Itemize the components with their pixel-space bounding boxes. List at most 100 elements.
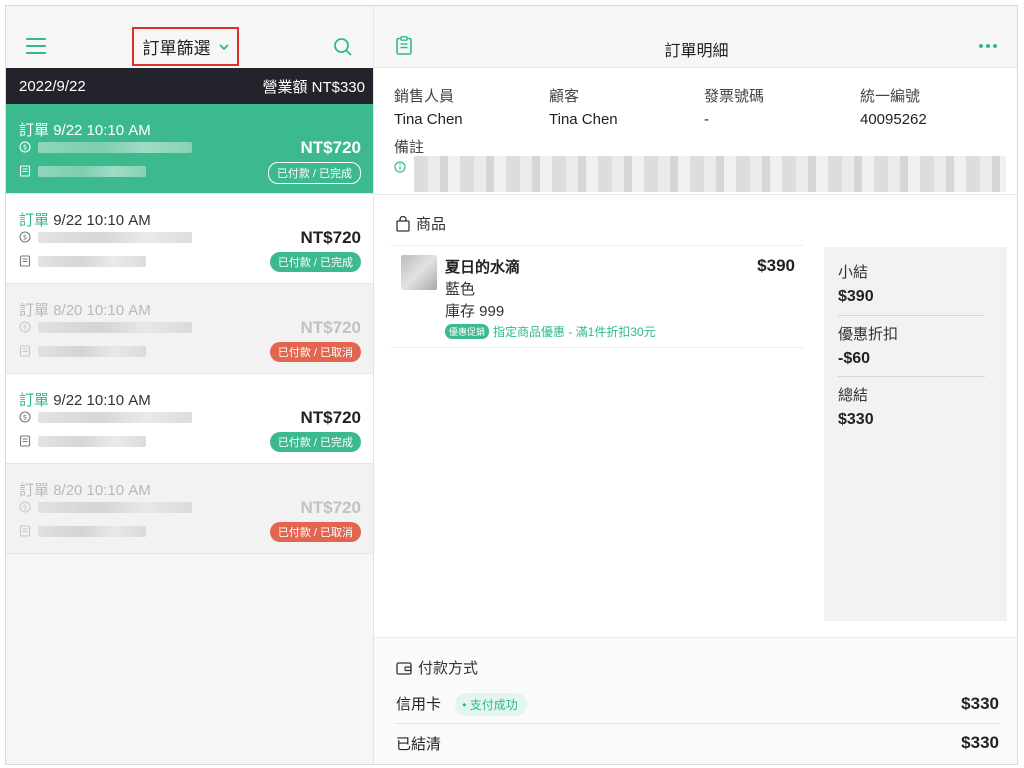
note-value-redacted [414,156,1006,192]
tax-id-label: 統一編號 [860,88,921,105]
product-row[interactable]: 夏日的水滴 藍色 庫存 999 優惠促銷 指定商品優惠 - 滿1件折扣30元 $… [391,245,803,348]
payment-section: 付款方式 信用卡 • 支付成功 $330 已結清 $330 [374,639,1017,764]
chevron-down-icon [218,43,229,50]
order-customer-redacted [38,142,192,153]
sales-person-label: 銷售人員 [394,88,455,105]
invoice-value: - [704,111,709,128]
svg-text:$: $ [23,504,27,512]
products-section: 商品 夏日的水滴 藍色 庫存 999 優惠促銷 指定商品優惠 - 滿1件折扣30… [374,195,1017,638]
dollar-icon: $ [19,231,31,243]
order-time: 9/22 10:10 AM [53,212,151,229]
order-filter-label: 訂單篩選 [142,39,211,58]
discount-value: -$60 [838,350,871,367]
order-time: 9/22 10:10 AM [53,392,151,409]
subtotal: 小結 $390 [838,261,985,306]
invoice-label: 發票號碼 [704,88,765,105]
dollar-icon: $ [19,321,31,333]
products-header: 商品 [396,213,446,234]
total: 總結 $330 [838,384,985,429]
order-customer-redacted [38,232,192,243]
order-label: 訂單 [19,212,50,229]
payment-method-row: 信用卡 • 支付成功 $330 [396,685,999,723]
app-window: 訂單篩選 2022/9/22 營業額 NT$330 訂單 9/22 10:10 … [5,5,1018,765]
order-amount: NT$720 [300,138,361,157]
order-status-badge: 已付款 / 已完成 [267,162,361,184]
order-title: 訂單 8/20 10:10 AM [19,299,151,320]
product-thumbnail [401,255,437,290]
svg-text:$: $ [23,234,27,242]
promo-tag: 優惠促銷 [445,324,490,339]
left-toolbar: 訂單篩選 [6,6,373,68]
date-summary-bar: 2022/9/22 營業額 NT$330 [6,68,373,104]
info-icon [394,161,406,173]
date-label: 2022/9/22 [19,77,86,95]
order-customer-redacted [38,412,192,423]
order-detail-panel: 訂單明細 銷售人員 Tina Chen 顧客 Tina Chen 發票號碼 - … [374,6,1017,764]
order-label: 訂單 [19,302,50,319]
settled-row: 已結清 $330 [396,724,999,762]
receipt-icon [19,345,31,357]
discount: 優惠折扣 -$60 [838,323,985,368]
payment-method: 信用卡 [396,695,442,713]
order-time: 9/22 10:10 AM [53,122,151,139]
product-stock: 庫存 999 [445,303,505,320]
order-title: 訂單 9/22 10:10 AM [19,119,151,140]
order-number-redacted [38,256,146,267]
total-value: $330 [838,411,874,428]
order-time: 8/20 10:10 AM [53,482,151,499]
order-list: 訂單 9/22 10:10 AM $ NT$720 已付款 / 已完成 訂單 9/22 … [6,104,373,554]
order-title: 訂單 9/22 10:10 AM [19,209,151,230]
receipt-icon [19,165,31,177]
dollar-icon: $ [19,141,31,153]
payment-label: 付款方式 [418,660,479,677]
promo-text: 指定商品優惠 - 滿1件折扣30元 [493,325,656,339]
settled-amount: $330 [961,733,999,752]
order-amount: NT$720 [300,228,361,247]
order-list-item[interactable]: 訂單 9/22 10:10 AM $ NT$720 已付款 / 已完成 [6,104,373,194]
sales-person-value: Tina Chen [394,111,463,128]
order-list-item[interactable]: 訂單 9/22 10:10 AM $ NT$720 已付款 / 已完成 [6,374,373,464]
order-list-item[interactable]: 訂單 8/20 10:10 AM $ NT$720 已付款 / 已取消 [6,464,373,554]
order-title: 訂單 8/20 10:10 AM [19,479,151,500]
subtotal-value: $390 [838,288,874,305]
payment-method-amount: $330 [961,694,999,713]
order-number-redacted [38,166,146,177]
order-customer-redacted [38,502,192,513]
receipt-icon [19,255,31,267]
invoice-field: 發票號碼 - [704,85,764,128]
receipt-icon [19,525,31,537]
dollar-icon: $ [19,411,31,423]
receipt-icon [19,435,31,447]
settled-label: 已結清 [396,735,442,753]
dollar-icon: $ [19,501,31,513]
order-status-badge: 已付款 / 已完成 [269,252,361,272]
order-title: 訂單 9/22 10:10 AM [19,389,151,410]
order-info-section: 銷售人員 Tina Chen 顧客 Tina Chen 發票號碼 - 統一編號 … [374,68,1017,195]
order-label: 訂單 [19,122,50,139]
order-list-item[interactable]: 訂單 8/20 10:10 AM $ NT$720 已付款 / 已取消 [6,284,373,374]
price-summary: 小結 $390 優惠折扣 -$60 總結 $330 [824,247,1007,621]
order-amount: NT$720 [300,318,361,337]
order-label: 訂單 [19,392,50,409]
order-number-redacted [38,346,146,357]
svg-text:$: $ [23,324,27,332]
search-icon[interactable] [333,37,353,57]
more-icon[interactable] [979,44,997,48]
page-title: 訂單明細 [664,43,729,60]
menu-icon[interactable] [26,38,46,54]
order-label: 訂單 [19,482,50,499]
order-customer-redacted [38,322,192,333]
order-number-redacted [38,436,146,447]
product-name: 夏日的水滴 [445,259,521,276]
order-number-redacted [38,526,146,537]
product-price: $390 [757,256,795,275]
order-list-item[interactable]: 訂單 9/22 10:10 AM $ NT$720 已付款 / 已完成 [6,194,373,284]
svg-text:$: $ [23,144,27,152]
order-amount: NT$720 [300,498,361,517]
customer-value: Tina Chen [549,111,618,128]
tax-id-value: 40095262 [860,111,927,128]
revenue-label: 營業額 NT$330 [262,78,365,96]
order-filter-button[interactable]: 訂單篩選 [132,27,239,66]
detail-toolbar: 訂單明細 [374,6,1017,68]
order-status-badge: 已付款 / 已取消 [269,342,361,362]
